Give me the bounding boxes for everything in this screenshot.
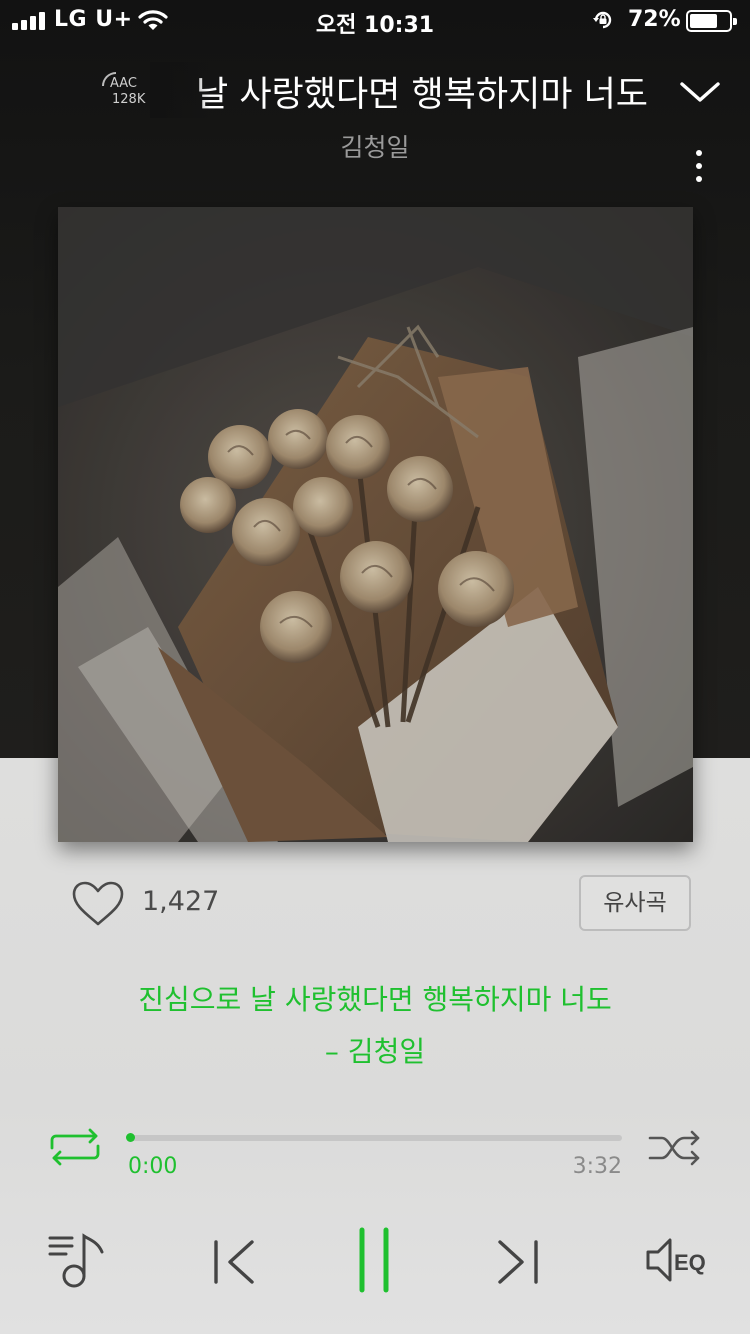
like-count: 1,427 [142, 886, 220, 917]
song-title: 날 사랑했다면 행복하지마 너도 [196, 75, 648, 115]
similar-songs-button[interactable]: 유사곡 [579, 875, 691, 931]
song-title-marquee: 날 사랑했다면 행복하지마 너도 [150, 62, 660, 118]
more-vertical-icon[interactable] [688, 146, 710, 186]
codec-badge: AAC 128K [100, 68, 152, 112]
current-time: 0:00 [128, 1154, 178, 1179]
next-icon[interactable] [490, 1236, 546, 1288]
shuffle-icon[interactable] [648, 1130, 704, 1166]
battery-percent: 72% [628, 7, 681, 32]
repeat-icon[interactable] [46, 1128, 104, 1166]
artist-name[interactable]: 김청일 [0, 128, 750, 164]
album-art [58, 207, 693, 842]
equalizer-icon[interactable]: EQ [640, 1232, 716, 1288]
album-art-image [58, 207, 693, 842]
lyrics-artist-line[interactable]: – 김청일 [0, 1030, 750, 1070]
playlist-icon[interactable] [46, 1228, 110, 1290]
progress-bar[interactable] [128, 1135, 622, 1141]
rotation-lock-icon [593, 11, 612, 29]
heart-outline-icon[interactable] [70, 880, 126, 928]
status-bar: LG U+ 오전 10:31 72% [0, 0, 750, 40]
previous-icon[interactable] [206, 1236, 262, 1288]
chevron-down-icon[interactable] [678, 76, 722, 106]
svg-text:EQ: EQ [674, 1250, 706, 1275]
battery-icon [686, 10, 737, 32]
progress-thumb[interactable] [126, 1133, 135, 1142]
total-time: 3:32 [572, 1154, 622, 1179]
lyrics-line[interactable]: 진심으로 날 사랑했다면 행복하지마 너도 [0, 978, 750, 1018]
pause-icon[interactable] [348, 1224, 400, 1296]
